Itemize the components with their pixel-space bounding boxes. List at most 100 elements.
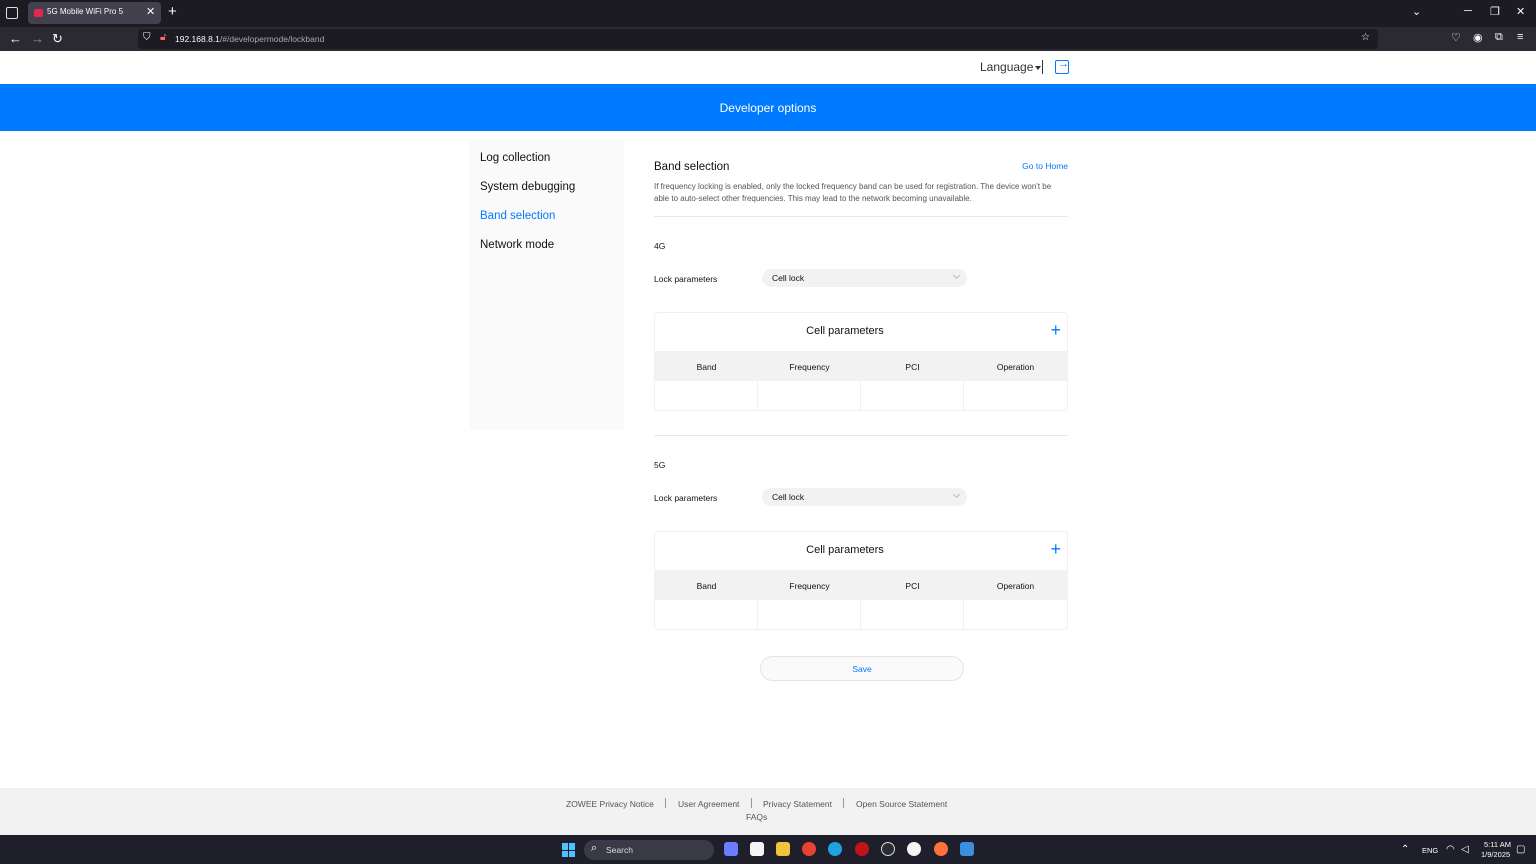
- lock-parameters-value-5g: Cell lock: [772, 492, 805, 502]
- browser-tab[interactable]: 5G Mobile WiFi Pro 5 ✕: [28, 2, 161, 24]
- remote-desktop-icon[interactable]: [960, 842, 974, 856]
- logout-icon[interactable]: →: [1055, 58, 1069, 74]
- notifications-icon[interactable]: ▢: [1516, 844, 1525, 855]
- lock-parameters-select-5g[interactable]: Cell lock: [762, 488, 967, 506]
- tab-title: 5G Mobile WiFi Pro 5: [47, 7, 124, 16]
- footer-link-zowee-privacy[interactable]: ZOWEE Privacy Notice: [566, 799, 654, 809]
- column-header-band: Band: [696, 362, 717, 372]
- start-windows-icon[interactable]: [562, 843, 576, 857]
- language-selector[interactable]: Language: [980, 60, 1042, 74]
- footer-divider: [665, 798, 666, 808]
- table-cell: [861, 381, 964, 411]
- site-favicon-icon: [34, 9, 43, 17]
- menu-icon[interactable]: ≡: [1517, 31, 1523, 43]
- save-button[interactable]: Save: [760, 656, 964, 681]
- lock-parameters-select-4g[interactable]: Cell lock: [762, 269, 967, 287]
- column-header-band: Band: [696, 581, 717, 591]
- table-header-5g: Band Frequency PCI Operation: [655, 570, 1067, 600]
- go-home-link[interactable]: Go to Home: [1022, 161, 1068, 171]
- tab-overflow-chevron-icon[interactable]: ⌄: [1412, 5, 1421, 18]
- table-cell: [964, 381, 1067, 411]
- new-tab-icon[interactable]: +: [168, 3, 177, 20]
- taskbar-search[interactable]: ⌕ Search: [584, 840, 714, 860]
- tracking-shield-icon[interactable]: ⛉: [143, 32, 151, 43]
- lock-parameters-label-5g: Lock parameters: [654, 493, 718, 503]
- edge-icon[interactable]: [828, 842, 842, 856]
- cell-parameters-title-4g: Cell parameters: [806, 325, 884, 337]
- volume-icon[interactable]: ◁: [1461, 844, 1469, 855]
- back-icon[interactable]: ←: [9, 31, 22, 46]
- minimize-icon[interactable]: ─: [1464, 5, 1472, 17]
- footer-link-faqs[interactable]: FAQs: [746, 812, 767, 822]
- file-explorer-icon[interactable]: [776, 842, 790, 856]
- tray-overflow-chevron-icon[interactable]: ⌃: [1401, 844, 1409, 855]
- sidebar-item-band-selection[interactable]: Band selection: [480, 210, 555, 222]
- divider: [654, 216, 1068, 217]
- restore-icon[interactable]: ❐: [1490, 5, 1500, 18]
- input-language[interactable]: ENG: [1422, 846, 1438, 855]
- clock-date[interactable]: 1/9/2025: [1481, 850, 1510, 859]
- table-cell: [861, 600, 964, 630]
- footer-divider: [751, 798, 752, 808]
- sidebar-item-network-mode[interactable]: Network mode: [480, 239, 554, 251]
- band-5g-label: 5G: [654, 460, 666, 470]
- lock-parameters-label-4g: Lock parameters: [654, 274, 718, 284]
- extensions-icon[interactable]: ⧉: [1495, 31, 1503, 44]
- calculator-icon[interactable]: [724, 842, 738, 856]
- media-player-icon[interactable]: [907, 842, 921, 856]
- tab-list-icon[interactable]: [6, 7, 18, 19]
- add-cell-icon-5g[interactable]: +: [1050, 540, 1061, 558]
- divider: [654, 435, 1068, 436]
- column-header-frequency: Frequency: [789, 581, 830, 591]
- sidebar-item-log-collection[interactable]: Log collection: [480, 152, 550, 164]
- forward-icon[interactable]: →: [31, 31, 44, 46]
- cell-parameters-card-4g: Cell parameters + Band Frequency PCI Ope…: [654, 312, 1068, 411]
- page-banner: Developer options: [0, 84, 1536, 131]
- web-page: Language → Developer options Log collect…: [0, 51, 1536, 835]
- account-icon[interactable]: ◉: [1473, 31, 1483, 44]
- calendar-app-icon[interactable]: [750, 842, 764, 856]
- firefox-icon[interactable]: [934, 842, 948, 856]
- insecure-lock-icon[interactable]: 🔓︎: [160, 32, 166, 43]
- wifi-icon[interactable]: ◠: [1446, 844, 1455, 855]
- column-header-pci: PCI: [905, 362, 920, 372]
- reload-icon[interactable]: ↻: [52, 31, 63, 47]
- url-path: /#/developermode/lockband: [219, 34, 325, 44]
- column-header-frequency: Frequency: [789, 362, 830, 372]
- taskbar: ⌕ Search ⌃ ENG ◠ ◁ 5:11 AM 1/9/2025 ▢: [0, 835, 1536, 864]
- sidebar-item-system-debugging[interactable]: System debugging: [480, 181, 575, 193]
- tab-close-icon[interactable]: ✕: [146, 5, 155, 18]
- cell-parameters-card-5g: Cell parameters + Band Frequency PCI Ope…: [654, 531, 1068, 630]
- taskbar-search-placeholder: Search: [606, 845, 633, 855]
- pocket-icon[interactable]: ♡: [1451, 31, 1461, 44]
- browser-tab-bar: 5G Mobile WiFi Pro 5 ✕ + ⌄ ─ ❐ ✕: [0, 0, 1536, 27]
- footer-link-privacy-statement[interactable]: Privacy Statement: [763, 799, 832, 809]
- chrome-icon[interactable]: [802, 842, 816, 856]
- browser-nav-bar: ← → ↻ ⛉ 🔓︎ 192.168.8.1/#/developermode/l…: [0, 27, 1536, 51]
- column-header-operation: Operation: [996, 362, 1035, 372]
- caret-down-icon: [1035, 65, 1042, 70]
- window-close-icon[interactable]: ✕: [1516, 5, 1525, 18]
- url-text[interactable]: 192.168.8.1/#/developermode/lockband: [175, 34, 324, 44]
- sidebar: Log collection System debugging Band sel…: [469, 140, 624, 430]
- section-title: Band selection: [654, 161, 730, 173]
- cell-parameters-title-5g: Cell parameters: [806, 544, 884, 556]
- language-label: Language: [980, 60, 1034, 74]
- red-app-icon[interactable]: [855, 842, 869, 856]
- add-cell-icon-4g[interactable]: +: [1050, 321, 1061, 339]
- page-title: Developer options: [719, 101, 817, 115]
- column-header-pci: PCI: [905, 581, 920, 591]
- band-lock-description: If frequency locking is enabled, only th…: [654, 182, 1052, 203]
- search-icon: ⌕: [591, 842, 598, 854]
- table-cell: [758, 600, 861, 630]
- speedometer-icon[interactable]: [881, 842, 895, 856]
- bookmark-star-icon[interactable]: ☆: [1361, 32, 1370, 43]
- save-button-label: Save: [852, 664, 872, 674]
- lock-parameters-value-4g: Cell lock: [772, 273, 805, 283]
- clock-time[interactable]: 5:11 AM: [1484, 840, 1511, 849]
- band-4g-label: 4G: [654, 241, 666, 251]
- footer-link-user-agreement[interactable]: User Agreement: [678, 799, 739, 809]
- footer: ZOWEE Privacy Notice User Agreement Priv…: [0, 788, 1536, 835]
- url-bar[interactable]: ⛉ 🔓︎ 192.168.8.1/#/developermode/lockban…: [138, 29, 1378, 49]
- footer-link-open-source[interactable]: Open Source Statement: [856, 799, 947, 809]
